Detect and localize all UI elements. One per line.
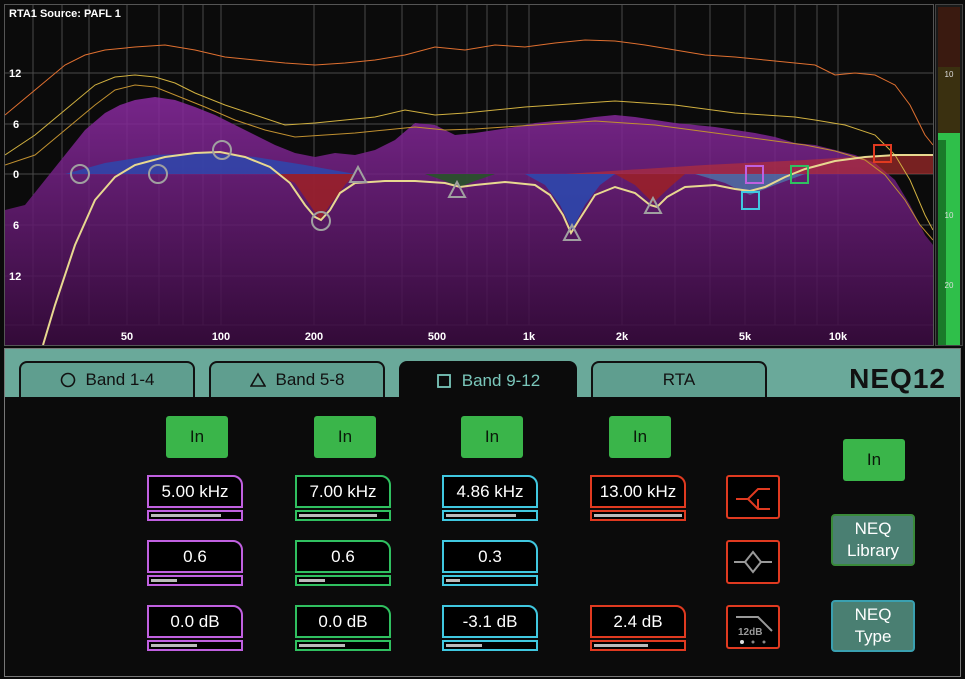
slope-icon: 12dB [736,616,773,644]
library-line-1: NEQ [854,519,892,538]
triangle-icon [249,372,266,387]
eq-graph[interactable]: 12 6 0 6 12 50 100 200 500 1k 2k 5k 10k … [4,4,934,346]
tab-rta[interactable]: RTA [591,361,767,397]
shelf-icon [736,488,770,510]
band-10-in-button[interactable]: In [314,416,376,458]
tab-band-1-4[interactable]: Band 1-4 [19,361,195,397]
band-11-frequency-value: 4.86 kHz [442,475,538,508]
band-9-gain[interactable]: 0.0 dB [147,605,243,651]
tab-band-5-8[interactable]: Band 5-8 [209,361,385,397]
x-label: 500 [428,331,446,343]
band-12-in-button[interactable]: In [609,416,671,458]
bell-icon [734,550,772,574]
band-12-frequency-value: 13.00 kHz [590,475,686,508]
tab-bar: Band 1-4 Band 5-8 Band 9-12 RTA NEQ12 [5,349,960,399]
y-label: 6 [13,119,19,131]
band-9-gain-slider[interactable] [147,640,243,651]
band-12-gain-slider[interactable] [590,640,686,651]
band-9-q-slider[interactable] [147,575,243,586]
band-10-q-value: 0.6 [295,540,391,573]
band-9-in-button[interactable]: In [166,416,228,458]
tab-label: Band 9-12 [461,371,541,390]
x-label: 10k [829,331,848,343]
band-11-gain-slider[interactable] [442,640,538,651]
x-label: 2k [616,331,629,343]
band-11-frequency[interactable]: 4.86 kHz [442,475,538,521]
band-9-frequency-value: 5.00 kHz [147,475,243,508]
y-label: 12 [9,271,21,283]
library-line-2: Library [847,541,899,560]
band-10-gain-value: 0.0 dB [295,605,391,638]
rta-spectrum [5,97,933,345]
band-11-gain-value: -3.1 dB [442,605,538,638]
tab-band-9-12[interactable]: Band 9-12 [399,361,577,399]
tab-label: Band 1-4 [85,370,155,389]
band-10-gain[interactable]: 0.0 dB [295,605,391,651]
band-11-q-slider[interactable] [442,575,538,586]
band-12-gain[interactable]: 2.4 dB [590,605,686,651]
type-line-1: NEQ [854,605,892,624]
meter-scale-label: 20 [945,281,954,290]
type-line-2: Type [854,627,892,646]
neq-library-button[interactable]: NEQ Library [831,514,915,566]
neq12-logo: NEQ12 [849,363,946,395]
bell-filter-button[interactable] [726,540,780,584]
eq-graph-svg: 12 6 0 6 12 50 100 200 500 1k 2k 5k 10k [5,5,933,345]
band-11-frequency-slider[interactable] [442,510,538,521]
band-9-q[interactable]: 0.6 [147,540,243,586]
logo-text: NEQ [849,363,913,394]
tab-label: Band 5-8 [275,370,345,389]
band-12-frequency[interactable]: 13.00 kHz [590,475,686,521]
band-10-frequency[interactable]: 7.00 kHz [295,475,391,521]
tab-label: RTA [662,370,696,389]
logo-number: 12 [912,363,946,394]
y-label: 0 [13,169,19,181]
high-shelf-filter-button[interactable] [726,475,780,519]
band-11-gain[interactable]: -3.1 dB [442,605,538,651]
slope-filter-button[interactable]: 12dB [726,605,780,649]
x-label: 1k [523,331,536,343]
neq-type-button[interactable]: NEQ Type [831,600,915,652]
band-10-gain-slider[interactable] [295,640,391,651]
band-11-q-value: 0.3 [442,540,538,573]
y-label: 6 [13,220,19,232]
slope-label: 12dB [738,627,762,638]
meter-scale-label: 10 [945,211,954,220]
band-12-gain-value: 2.4 dB [590,605,686,638]
band-10-frequency-slider[interactable] [295,510,391,521]
band-9-q-value: 0.6 [147,540,243,573]
x-label: 200 [305,331,323,343]
band-12-frequency-slider[interactable] [590,510,686,521]
band-10-q-slider[interactable] [295,575,391,586]
band-10-frequency-value: 7.00 kHz [295,475,391,508]
square-icon [436,374,451,388]
band-9-frequency[interactable]: 5.00 kHz [147,475,243,521]
level-meter: 10 10 20 [935,4,963,346]
x-label: 100 [212,331,230,343]
band-11-in-button[interactable]: In [461,416,523,458]
band-9-gain-value: 0.0 dB [147,605,243,638]
circle-icon [60,372,75,388]
x-label: 50 [121,331,133,343]
master-in-button[interactable]: In [843,439,905,481]
band-9-frequency-slider[interactable] [147,510,243,521]
band-control-panel: Band 1-4 Band 5-8 Band 9-12 RTA NEQ12 In… [4,348,961,677]
rta-title: RTA1 Source: PAFL 1 [9,8,121,20]
x-label: 5k [739,331,752,343]
y-label: 12 [9,68,21,80]
band-11-q[interactable]: 0.3 [442,540,538,586]
band-10-q[interactable]: 0.6 [295,540,391,586]
meter-scale-label: 10 [945,70,954,79]
